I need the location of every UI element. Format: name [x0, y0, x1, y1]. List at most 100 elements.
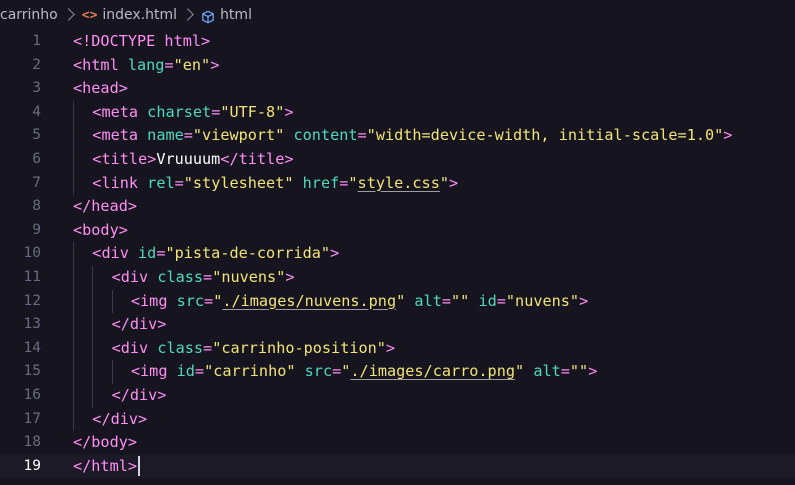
indent-guide: [73, 171, 74, 196]
code-line[interactable]: 12 <img src="./images/nuvens.png" alt="" …: [0, 289, 795, 314]
code-line[interactable]: 6 <title>Vruuuum</title>: [0, 147, 795, 172]
code-token: "en": [173, 55, 211, 74]
code-text: <div class="nuvens">: [112, 266, 295, 290]
code-token: "UTF-8": [220, 102, 285, 121]
code-line[interactable]: 17 </div>: [0, 407, 795, 432]
code-token: <meta: [92, 102, 148, 121]
chevron-right-icon: [181, 7, 194, 21]
code-text: <div class="carrinho-position">: [112, 337, 395, 361]
code-token: =: [183, 126, 193, 145]
line-number: 3: [32, 80, 41, 97]
code-token: =: [332, 362, 342, 381]
code-text: <img src="./images/nuvens.png" alt="" id…: [131, 290, 588, 314]
code-token: =: [560, 362, 570, 381]
code-line[interactable]: 16 </div>: [0, 383, 795, 408]
code-editor[interactable]: carrinho <> index.html html 1 <!DOCTYPE h…: [0, 0, 795, 485]
code-line[interactable]: 11 <div class="nuvens">: [0, 265, 795, 290]
code-token: </title>: [220, 149, 294, 168]
line-number: 16: [23, 386, 41, 403]
code-text: <html lang="en">: [73, 54, 219, 78]
code-token: href: [302, 173, 340, 192]
line-number: 11: [23, 268, 41, 285]
code-token: =: [203, 267, 213, 286]
code-text: </div>: [112, 384, 167, 408]
code-token: name: [147, 126, 184, 145]
code-token: </div>: [111, 385, 167, 404]
code-token: "nuvens": [212, 267, 286, 286]
code-token: =: [441, 291, 451, 310]
code-line[interactable]: 3 <head>: [0, 77, 795, 101]
code-token: >: [330, 244, 340, 263]
indent-guide: [92, 383, 94, 408]
line-number: 4: [32, 103, 41, 120]
code-line[interactable]: 8 </head>: [0, 195, 795, 219]
code-token: >: [285, 267, 295, 286]
code-area[interactable]: 1 <!DOCTYPE html> 2 <html lang="en"> 3 <head>…: [0, 30, 795, 479]
code-line[interactable]: 2 <html lang="en">: [0, 54, 795, 78]
code-token: =: [211, 102, 221, 121]
indent-guide: [73, 265, 74, 290]
breadcrumb-folder[interactable]: carrinho: [0, 0, 58, 30]
code-token: rel: [147, 173, 175, 192]
code-line[interactable]: 7 <link rel="stylesheet" href="style.css"…: [0, 171, 795, 196]
code-token: >: [449, 173, 459, 192]
code-token: ./images/nuvens.png: [222, 291, 397, 310]
breadcrumb-symbol[interactable]: html: [220, 0, 252, 30]
symbol-cube-icon: [202, 10, 214, 24]
code-token: =: [174, 173, 184, 192]
code-text: <meta charset="UTF-8">: [92, 101, 293, 125]
code-token: style.css: [357, 173, 440, 192]
code-line[interactable]: 15 <img id="carrinho" src="./images/carro…: [0, 360, 795, 384]
code-token: "nuvens": [505, 291, 580, 310]
code-token: id: [478, 291, 497, 310]
code-token: =: [496, 291, 506, 310]
code-token: </body>: [73, 433, 138, 452]
code-text: </head>: [73, 195, 137, 219]
code-line[interactable]: 5 <meta name="viewport" content="width=de…: [0, 124, 795, 148]
code-line[interactable]: 10 <div id="pista-de-corrida">: [0, 242, 795, 266]
code-line[interactable]: 9 <body>: [0, 219, 795, 243]
code-token: </div>: [92, 409, 148, 428]
text-cursor: [138, 456, 140, 477]
line-number: 10: [23, 245, 41, 262]
code-line[interactable]: 14 <div class="carrinho-position">: [0, 336, 795, 361]
code-line[interactable]: 13 </div>: [0, 313, 795, 337]
code-token: class: [157, 338, 204, 357]
chevron-right-icon: [61, 7, 75, 21]
indent-guide: [73, 147, 74, 172]
code-line[interactable]: 1 <!DOCTYPE html>: [0, 30, 795, 54]
code-token: </html>: [73, 456, 138, 475]
code-token: lang: [127, 55, 165, 74]
code-token: <head>: [73, 79, 128, 98]
breadcrumb-file[interactable]: index.html: [102, 0, 177, 30]
code-token: >: [385, 338, 396, 357]
code-token: "carrinho": [204, 362, 296, 381]
code-token: ": [348, 173, 358, 192]
code-token: =: [357, 126, 367, 145]
html-file-icon: <>: [81, 7, 98, 23]
line-number: 6: [32, 150, 41, 167]
line-number: 15: [23, 363, 41, 380]
code-line[interactable]: 18 </body>: [0, 431, 795, 455]
code-line[interactable]: 19 </html>: [0, 454, 795, 479]
code-token: id: [176, 362, 195, 381]
code-token: >: [579, 291, 589, 310]
indent-guide: [92, 313, 94, 337]
code-token: charset: [147, 102, 212, 121]
code-text: <meta name="viewport" content="width=dev…: [92, 124, 732, 148]
code-token: <div: [111, 267, 158, 286]
code-token: alt: [414, 291, 442, 310]
code-token: <link: [92, 173, 148, 192]
line-number: 12: [23, 292, 41, 309]
code-token: </head>: [73, 197, 138, 216]
code-token: =: [203, 338, 213, 357]
indent-guide: [73, 124, 74, 148]
code-line[interactable]: 4 <meta charset="UTF-8">: [0, 100, 795, 125]
code-text: </html>: [73, 455, 140, 479]
indent-guide: [111, 289, 113, 314]
indent-guide: [73, 242, 74, 266]
code-text: <link rel="stylesheet" href="style.css">: [92, 172, 458, 196]
code-token: >: [723, 126, 733, 145]
code-text: </body>: [73, 431, 137, 455]
